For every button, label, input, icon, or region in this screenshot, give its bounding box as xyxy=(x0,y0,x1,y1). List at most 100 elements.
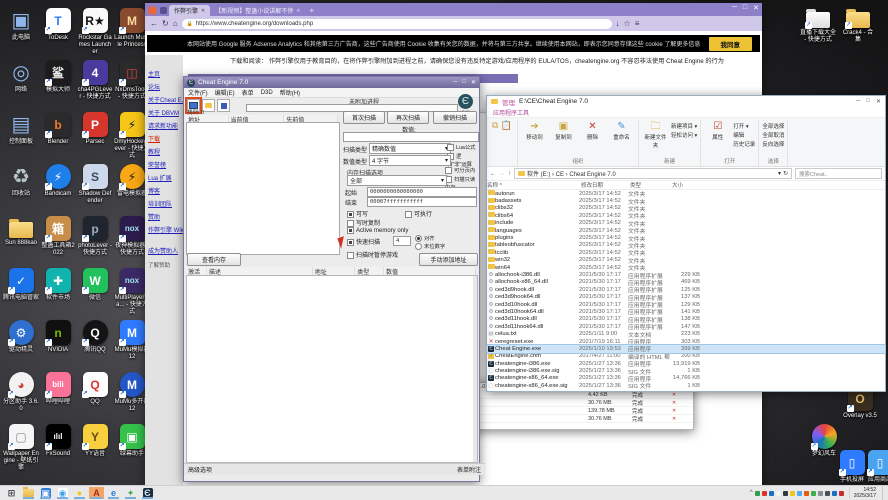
desktop-icon[interactable]: P↗Parsec xyxy=(77,112,113,146)
cookie-agree-button[interactable]: 我同意 xyxy=(709,37,753,51)
executable-checkbox[interactable]: 可执行 xyxy=(405,209,432,218)
pause-game-checkbox[interactable]: 扫描时暂停游戏 xyxy=(347,250,398,259)
desktop-icon[interactable]: W↗微信 xyxy=(77,268,113,302)
tray-icon[interactable] xyxy=(783,491,788,496)
desktop-icon[interactable]: R★↗Rockstar Games Launcher xyxy=(77,8,113,56)
tray-icon[interactable] xyxy=(755,491,760,496)
taskbar-a-app-icon[interactable]: A xyxy=(89,487,104,499)
extension-icon[interactable] xyxy=(160,7,167,14)
undo-scan-button[interactable]: 撤销扫描 xyxy=(433,111,477,124)
tray-icon[interactable] xyxy=(839,491,844,496)
ce-minimize-button[interactable]: ─ xyxy=(453,79,457,86)
ribbon-small-button[interactable]: 新建项目 ▾ xyxy=(671,122,697,130)
desktop-icon[interactable]: b↗Blender xyxy=(40,112,76,146)
address-bar[interactable]: 🔒 https://www.cheatengine.org/downloads.… xyxy=(182,19,612,29)
file-row[interactable]: ⚙ced3d9hook.dll2021/5/30 17:17应用程序扩展125 … xyxy=(487,286,885,293)
download-icon[interactable]: ↓ xyxy=(616,19,620,28)
browser-minimize-button[interactable]: ─ xyxy=(732,4,737,12)
home-icon[interactable]: ⌂ xyxy=(173,19,178,28)
tray-icon[interactable] xyxy=(769,491,774,496)
cheat-table-column-header[interactable]: 数值 xyxy=(384,267,476,275)
cheat-table-scrollbar[interactable] xyxy=(473,276,477,462)
browser-maximize-button[interactable]: □ xyxy=(743,4,747,12)
cheat-table-column-header[interactable]: 激活 xyxy=(186,267,207,275)
file-row[interactable]: ⚙ced3d11hook.dll2021/5/30 17:17应用程序扩展138… xyxy=(487,316,885,323)
explorer-minimize-button[interactable]: ─ xyxy=(856,98,860,105)
taskbar-start-icon[interactable]: ⊞ xyxy=(4,487,19,499)
desktop-icon[interactable]: ▤控制面板 xyxy=(3,112,39,146)
sidebar-link[interactable]: 荣誉榜 xyxy=(145,158,183,171)
found-list-column-header[interactable]: 先前值 xyxy=(284,115,338,122)
found-list-column-header[interactable]: 地址 xyxy=(186,115,229,122)
file-row[interactable]: Єcheatengine-x86_64.exe2025/1/27 13:36应用… xyxy=(487,375,885,382)
taskbar-cheat-engine-icon[interactable]: Є xyxy=(140,487,155,499)
desktop-icon[interactable]: bili↗哔哩哔哩 xyxy=(40,372,76,406)
first-scan-button[interactable]: 首次扫描 xyxy=(343,111,385,124)
desktop-icon[interactable]: S↗Shadow Defender xyxy=(77,164,113,205)
sidebar-link-patron[interactable]: 成为赞助人 xyxy=(145,236,183,257)
desktop-icon[interactable]: ✚↗软件市场 xyxy=(40,268,76,302)
file-row[interactable]: ⚙ced3d9hook64.dll2021/5/30 17:17应用程序扩展13… xyxy=(487,293,885,300)
tray-icon[interactable] xyxy=(832,491,837,496)
tray-icon[interactable] xyxy=(818,491,823,496)
browser-logo-icon[interactable] xyxy=(148,6,157,15)
value-input[interactable] xyxy=(343,132,479,142)
file-row[interactable]: clibs642025/3/17 14:52文件夹 xyxy=(487,212,885,219)
ribbon-button[interactable]: 🗀新建文件夹 xyxy=(642,120,669,149)
nav-back-icon[interactable]: ← xyxy=(490,171,496,177)
file-row[interactable]: Єcheatengine-i386.exe2025/1/27 13:36应用程序… xyxy=(487,360,885,367)
desktop-icon[interactable]: ◕↗分区助手 3.6.0 xyxy=(3,372,39,413)
next-scan-button[interactable]: 再次扫描 xyxy=(387,111,429,124)
desktop-icon[interactable]: 鲨↗模拟大师 xyxy=(40,60,76,94)
ce-menu-item[interactable]: 帮助(H) xyxy=(280,88,300,97)
ribbon-button[interactable]: ✎重命名 xyxy=(608,120,635,141)
desktop-icon[interactable]: Q↗腾讯QQ xyxy=(77,320,113,354)
ribbon-button[interactable]: ✕删除 xyxy=(579,120,606,141)
desktop-icon[interactable]: T↗ToDesk xyxy=(40,8,76,42)
taskbar-green-app-icon[interactable]: ✦ xyxy=(123,487,138,499)
add-address-button[interactable]: 手动添加地址 xyxy=(419,253,478,266)
sidebar-link[interactable]: 主页 xyxy=(145,67,183,80)
advanced-options-link[interactable]: 高级选项 xyxy=(188,465,212,474)
ribbon-button[interactable]: ➔移动到 xyxy=(521,120,548,141)
lua-formula-checkbox[interactable]: Lua公式 xyxy=(447,143,475,151)
taskbar-edge-icon[interactable]: e xyxy=(106,487,121,499)
desktop-icon[interactable]: ✓↗腾讯电脑管家 xyxy=(3,268,39,302)
ribbon-small-button[interactable]: 编辑 xyxy=(733,131,755,139)
sidebar-link[interactable]: 关于Cheat E.. xyxy=(145,93,183,106)
desktop-icon[interactable]: 4↗cha4PGLever - 快捷方式 xyxy=(77,60,113,101)
file-row[interactable]: ⚙ced3d11hook64.dll2021/5/30 17:17应用程序扩展1… xyxy=(487,323,885,330)
address-dropdown-icon[interactable]: ▾ xyxy=(778,170,781,177)
file-row[interactable]: ⚙allochook-i386.dll2021/5/30 17:17应用程序扩展… xyxy=(487,271,885,278)
copy-on-write-checkbox[interactable]: 写时复制 xyxy=(347,218,380,227)
memory-preset-dropdown[interactable]: 全部▾ xyxy=(347,175,447,186)
file-row[interactable]: ?CheatEngine.chm2017/4/27 11:00编译的 HTML … xyxy=(487,353,885,360)
ce-menu-item[interactable]: D3D xyxy=(261,90,273,96)
breadcrumb[interactable]: 软件 (E:) › CE › Cheat Engine 7.0 ▾ ↻ xyxy=(514,168,792,179)
sidebar-link[interactable]: Lua 扩展 xyxy=(145,171,183,184)
ce-close-button[interactable]: ✕ xyxy=(471,79,476,86)
file-row[interactable]: ▢cheatengine-x86_64.exe.sig2025/1/27 13:… xyxy=(487,382,885,389)
desktop-icon[interactable]: p↗photoLever - 快捷方式 xyxy=(77,216,113,257)
tab-application-tools[interactable]: 应用程序工具 xyxy=(493,108,529,117)
tab-close-icon[interactable]: ✕ xyxy=(201,8,205,14)
explorer-search-box[interactable]: 搜索Cheat.. xyxy=(795,168,882,179)
last-digits-radio[interactable]: 末位数字 xyxy=(415,242,445,250)
download-remove-icon[interactable]: ✕ xyxy=(672,416,676,422)
desktop-icon[interactable]: ◎网络 xyxy=(3,60,39,94)
taskbar-file-explorer-icon[interactable] xyxy=(21,487,36,499)
desktop-icon[interactable]: ♻回收站 xyxy=(3,164,39,198)
cheat-table-column-header[interactable]: 地址 xyxy=(313,267,356,275)
taskbar-yellow-app-icon[interactable]: ● xyxy=(72,487,87,499)
file-row[interactable]: include2025/3/17 14:52文件夹 xyxy=(487,220,885,227)
download-row[interactable]: 30.76 MB完成✕ xyxy=(453,415,693,423)
new-tab-button[interactable]: + xyxy=(309,6,314,15)
file-row[interactable]: ⚙ced3d10hook64.dll2021/5/30 17:17应用程序扩展1… xyxy=(487,308,885,315)
browser-tab[interactable]: 作弊引擎✕ xyxy=(169,5,210,16)
file-column-header[interactable]: 名称 ^ xyxy=(487,181,581,189)
back-icon[interactable]: ← xyxy=(150,19,158,28)
file-column-header[interactable]: 修改日期 xyxy=(581,181,630,189)
desktop-icon[interactable]: ↗直播下载大全 - 快捷方式 xyxy=(800,6,836,44)
writable-checkbox[interactable]: 可写 xyxy=(347,209,368,218)
ribbon-small-button[interactable]: 反向选择 xyxy=(762,140,784,148)
